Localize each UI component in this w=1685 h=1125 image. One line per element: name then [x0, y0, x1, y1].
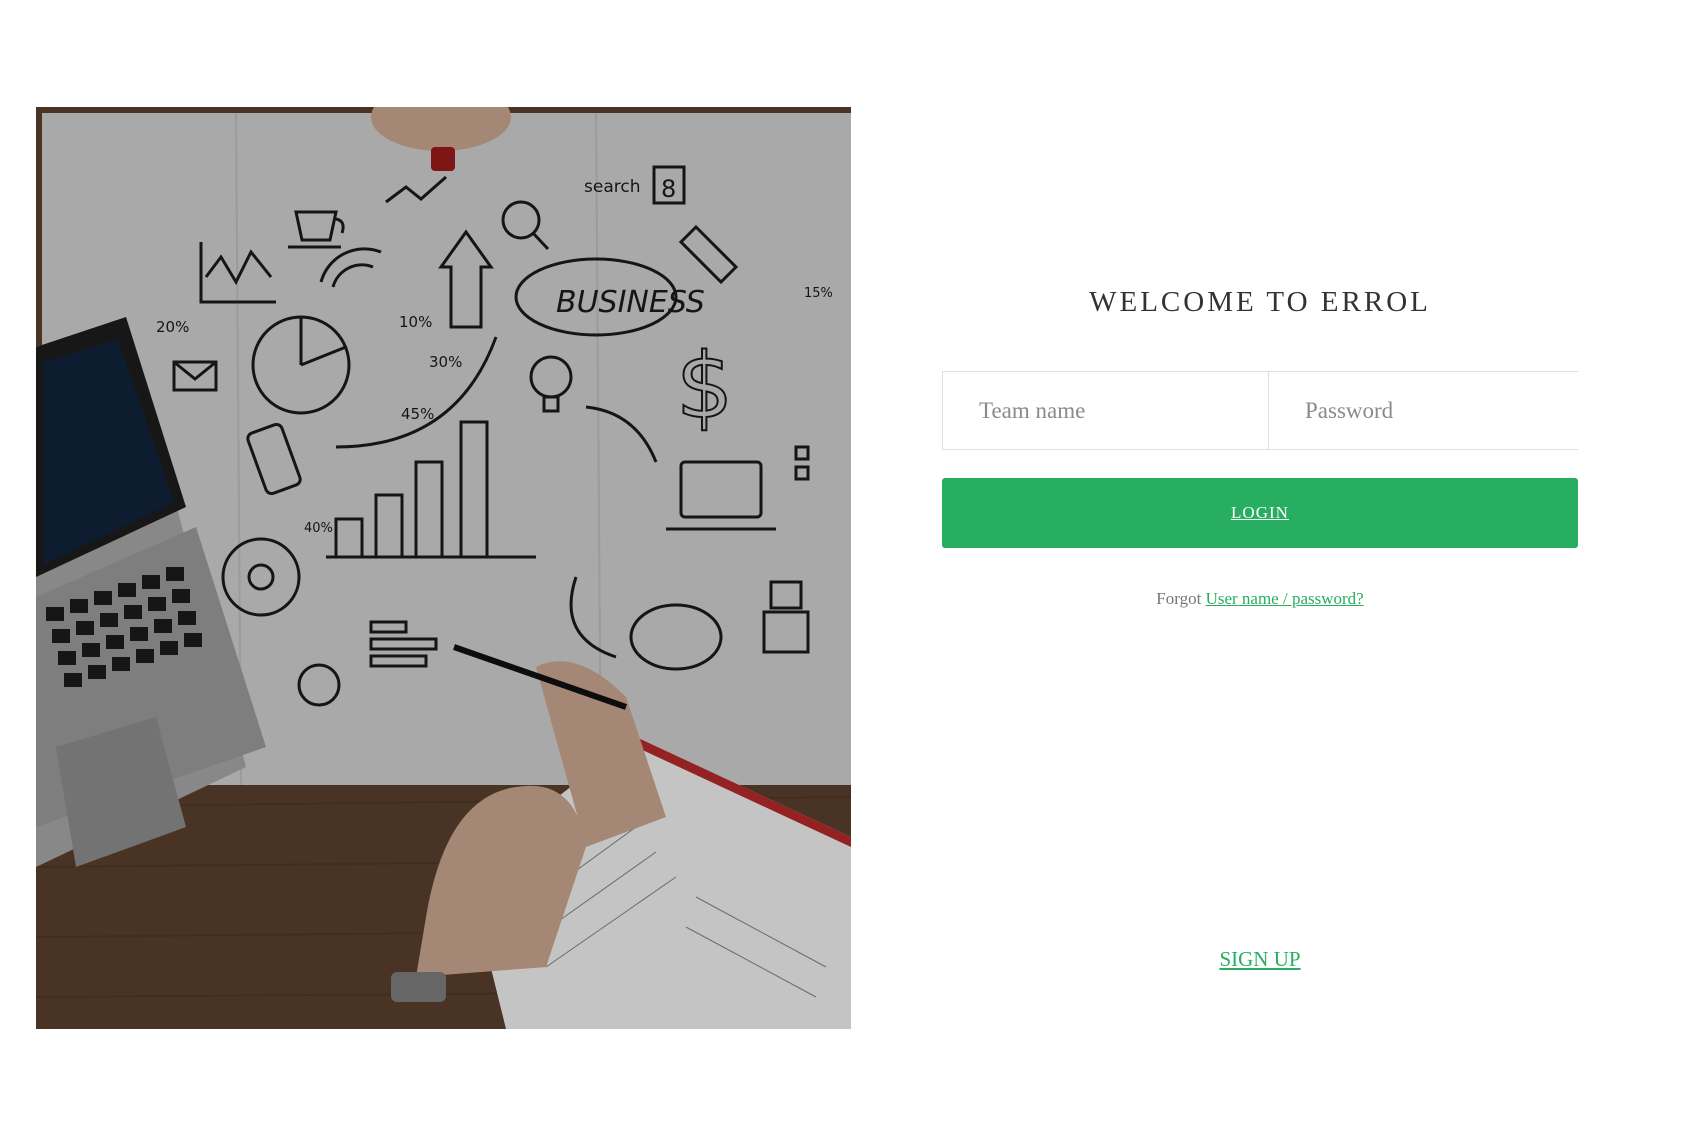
signup-link[interactable]: SIGN UP [1219, 947, 1300, 971]
login-panel: WELCOME TO ERROL LOGIN Forgot User name … [942, 0, 1594, 1125]
forgot-prefix: Forgot [1156, 589, 1202, 608]
forgot-credentials-link[interactable]: User name / password? [1206, 589, 1364, 608]
signup-row: SIGN UP [942, 947, 1578, 972]
hero-image: $ BUSINESS search 8 20% 10% 30% 45% 40% … [36, 107, 851, 1029]
login-button[interactable]: LOGIN [942, 478, 1578, 548]
team-name-input[interactable] [943, 372, 1268, 449]
password-input[interactable] [1268, 372, 1594, 449]
forgot-row: Forgot User name / password? [942, 589, 1578, 609]
credentials-row [942, 371, 1594, 450]
welcome-title: WELCOME TO ERROL [1089, 286, 1431, 318]
